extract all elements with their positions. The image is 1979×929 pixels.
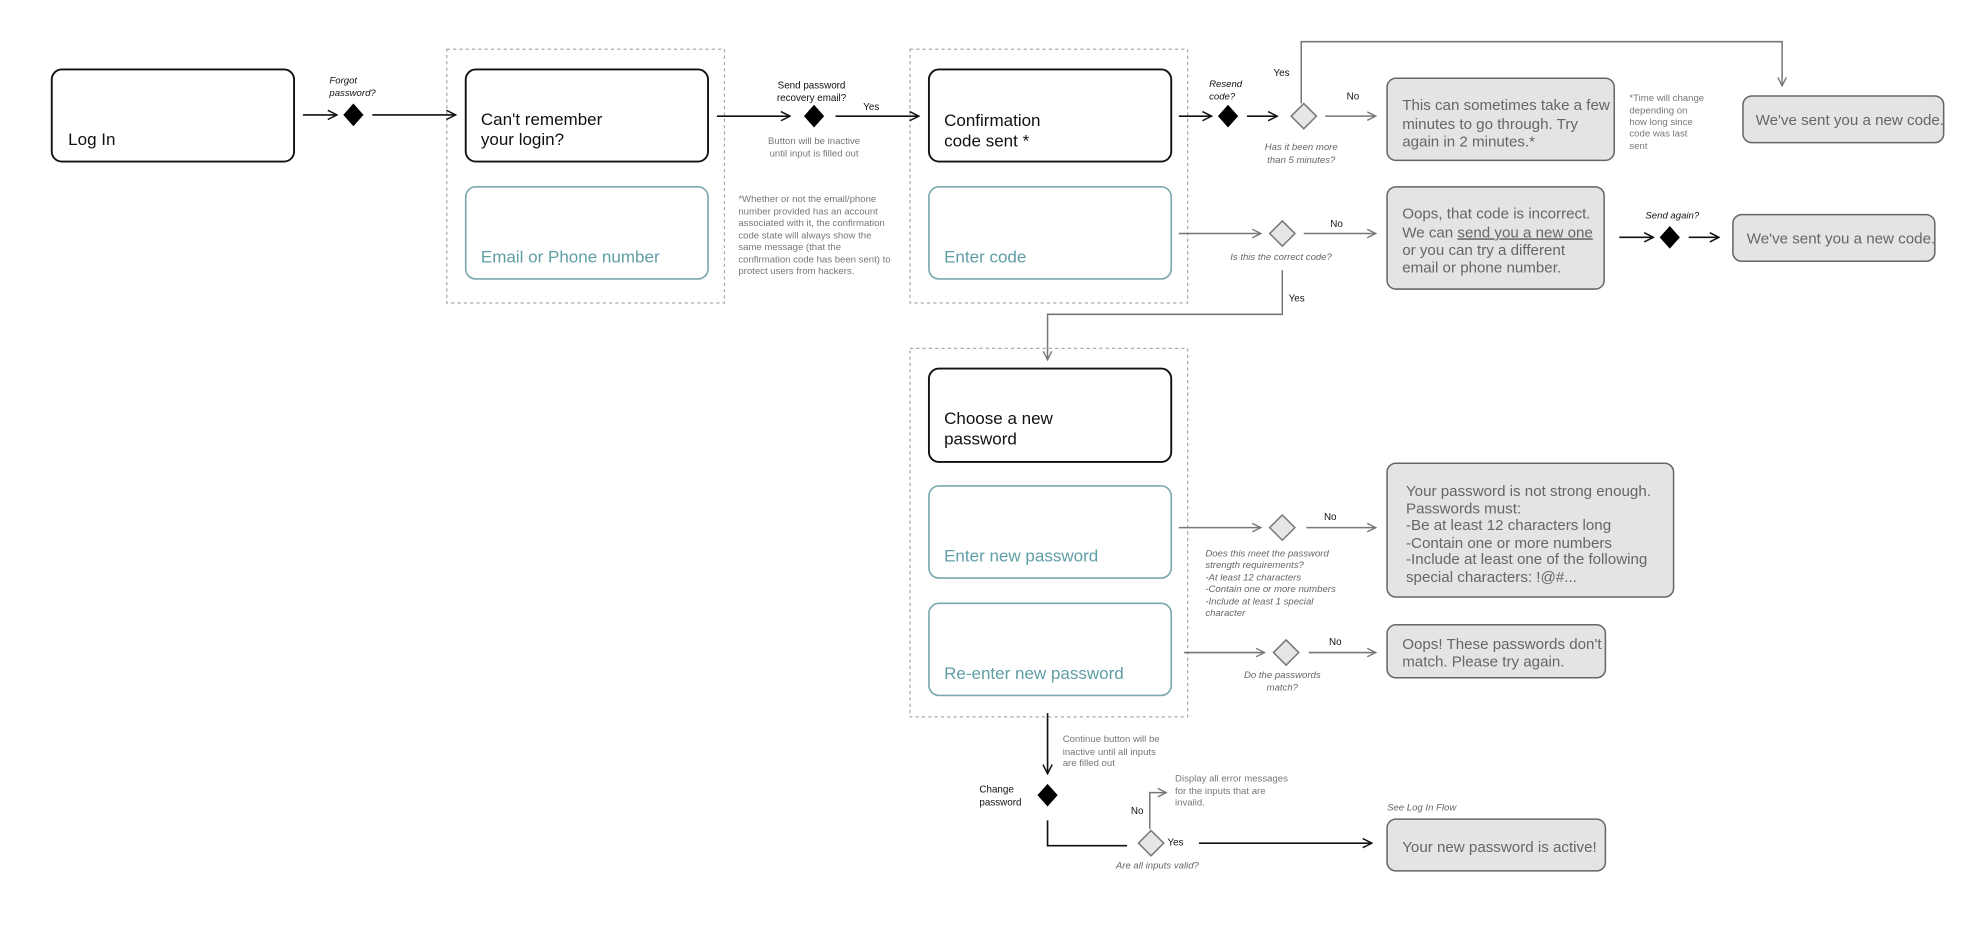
confirm-title: code sent * [944, 131, 1030, 150]
confirm-title: Confirmation [944, 111, 1040, 130]
code-sent-message: We've sent you a new code. [1756, 112, 1944, 129]
yes-connector [1048, 270, 1284, 360]
change-password-label: Change [979, 785, 1014, 796]
forgot-decision-label: Forgot [329, 75, 357, 86]
strength-question: Does this meet the password strength req… [1205, 549, 1336, 619]
yes-label: Yes [1167, 838, 1183, 849]
forgot-title: your login? [481, 130, 564, 149]
condition-diamond-icon [1272, 638, 1300, 667]
new-password-title: password [944, 429, 1017, 448]
question-line: strength requirements? [1205, 560, 1304, 571]
condition-diamond-icon [1268, 219, 1297, 248]
yes-label: Yes [863, 102, 879, 113]
weak-password-message: -Include at least one of the following [1406, 551, 1647, 568]
note-line: code was last [1629, 128, 1687, 139]
condition-diamond-icon [1268, 513, 1297, 542]
success-message: Your new password is active! [1402, 839, 1596, 856]
footnote-line: same message (that the [738, 242, 841, 253]
continue-note: inactive until all inputs [1063, 747, 1156, 758]
code-placeholder: Enter code [944, 248, 1026, 267]
send-recovery-decision-label: recovery email? [777, 93, 847, 104]
code-sent-again-message: We've sent you a new code. [1747, 231, 1935, 248]
new-password-title: Choose a new [944, 409, 1053, 428]
footnote-line: confirmation code has been sent) to [738, 255, 890, 266]
footnote-line: associated with it, the confirmation [738, 218, 884, 229]
text: We can [1402, 224, 1457, 241]
mismatch-message: match. Please try again. [1402, 653, 1564, 670]
weak-password-message: -Be at least 12 characters long [1406, 517, 1611, 534]
footnote-line: protect users from hackers. [738, 266, 854, 277]
incorrect-message: We can send you a new one [1402, 224, 1593, 241]
match-question: match? [1267, 682, 1299, 693]
incorrect-message: email or phone number. [1402, 260, 1561, 277]
decision-diamond-icon [343, 103, 364, 127]
yes-label: Yes [1289, 294, 1305, 305]
wait-message: again in 2 minutes.* [1402, 133, 1535, 150]
note-line: *Time will change [1629, 93, 1704, 104]
note-line: sent [1629, 141, 1647, 152]
no-label: No [1347, 92, 1360, 103]
weak-password-message: -Contain one or more numbers [1406, 535, 1612, 552]
decision-diamond-icon [1659, 225, 1680, 249]
inactive-hint: until input is filled out [770, 149, 859, 160]
footnote-line: *Whether or not the email/phone [738, 194, 876, 205]
no-label: No [1324, 512, 1337, 523]
resend-decision-label: Resend [1209, 79, 1243, 90]
footnote-line: code state will always show the [738, 231, 871, 242]
no-label: No [1131, 806, 1144, 817]
match-question: Do the passwords [1244, 670, 1321, 681]
code-question: Is this the correct code? [1230, 252, 1332, 263]
forgot-decision-label: password? [328, 88, 376, 99]
note-line: how long since [1629, 117, 1692, 128]
inactive-hint: Button will be inactive [768, 136, 860, 147]
forgot-title: Can't remember [481, 110, 603, 129]
error-note: Display all error messages [1175, 773, 1288, 784]
note-line: depending on [1629, 106, 1687, 117]
error-note: invalid. [1175, 797, 1205, 808]
valid-question: Are all inputs valid? [1115, 860, 1200, 871]
time-question: than 5 minutes? [1267, 155, 1336, 166]
incorrect-message: or you can try a different [1402, 242, 1566, 259]
time-question: Has it been more [1265, 142, 1338, 153]
see-login-flow-label: See Log In Flow [1387, 802, 1457, 813]
reenter-password-placeholder: Re-enter new password [944, 664, 1124, 683]
question-line: -At least 12 characters [1205, 573, 1301, 584]
privacy-footnote: *Whether or not the email/phone number p… [738, 194, 890, 277]
question-line: -Include at least 1 special [1205, 597, 1314, 608]
decision-diamond-icon [803, 104, 825, 128]
continue-note: Continue button will be [1063, 734, 1160, 745]
send-new-code-link[interactable]: send you a new one [1457, 224, 1592, 241]
send-again-label: Send again? [1645, 210, 1699, 221]
continue-note: are filled out [1063, 758, 1116, 769]
incorrect-message: Oops, that code is incorrect. [1402, 205, 1590, 222]
weak-password-message: Your password is not strong enough. [1406, 483, 1651, 500]
no-connector [1149, 793, 1166, 830]
weak-password-message: special characters: !@#... [1406, 569, 1577, 586]
no-label: No [1329, 637, 1342, 648]
connector [1046, 820, 1128, 847]
new-password-placeholder: Enter new password [944, 547, 1098, 566]
condition-diamond-icon [1290, 102, 1318, 130]
question-line: Does this meet the password [1205, 549, 1329, 560]
resend-decision-label: code? [1209, 92, 1236, 103]
wait-message: This can sometimes take a few [1402, 97, 1610, 114]
password-recovery-flowchart: Log In Forgot password? Can't remember y… [50, 40, 1945, 872]
login-title: Log In [68, 130, 115, 149]
error-note: for the inputs that are [1175, 786, 1266, 797]
mismatch-message: Oops! These passwords don't [1402, 636, 1602, 653]
yes-label: Yes [1273, 68, 1289, 79]
no-label: No [1330, 219, 1343, 230]
email-phone-placeholder: Email or Phone number [481, 248, 660, 267]
weak-password-message: Passwords must: [1406, 501, 1521, 518]
decision-diamond-icon [1037, 783, 1058, 807]
decision-diamond-icon [1217, 104, 1239, 128]
change-password-label: password [979, 797, 1021, 808]
condition-diamond-icon [1137, 829, 1165, 857]
footnote-line: number provided has an account [738, 207, 878, 218]
question-line: -Contain one or more numbers [1205, 584, 1336, 595]
send-recovery-decision-label: Send password [778, 80, 846, 91]
time-note: *Time will change depending on how long … [1629, 93, 1704, 152]
wait-message: minutes to go through. Try [1402, 116, 1578, 133]
question-line: character [1205, 608, 1246, 619]
